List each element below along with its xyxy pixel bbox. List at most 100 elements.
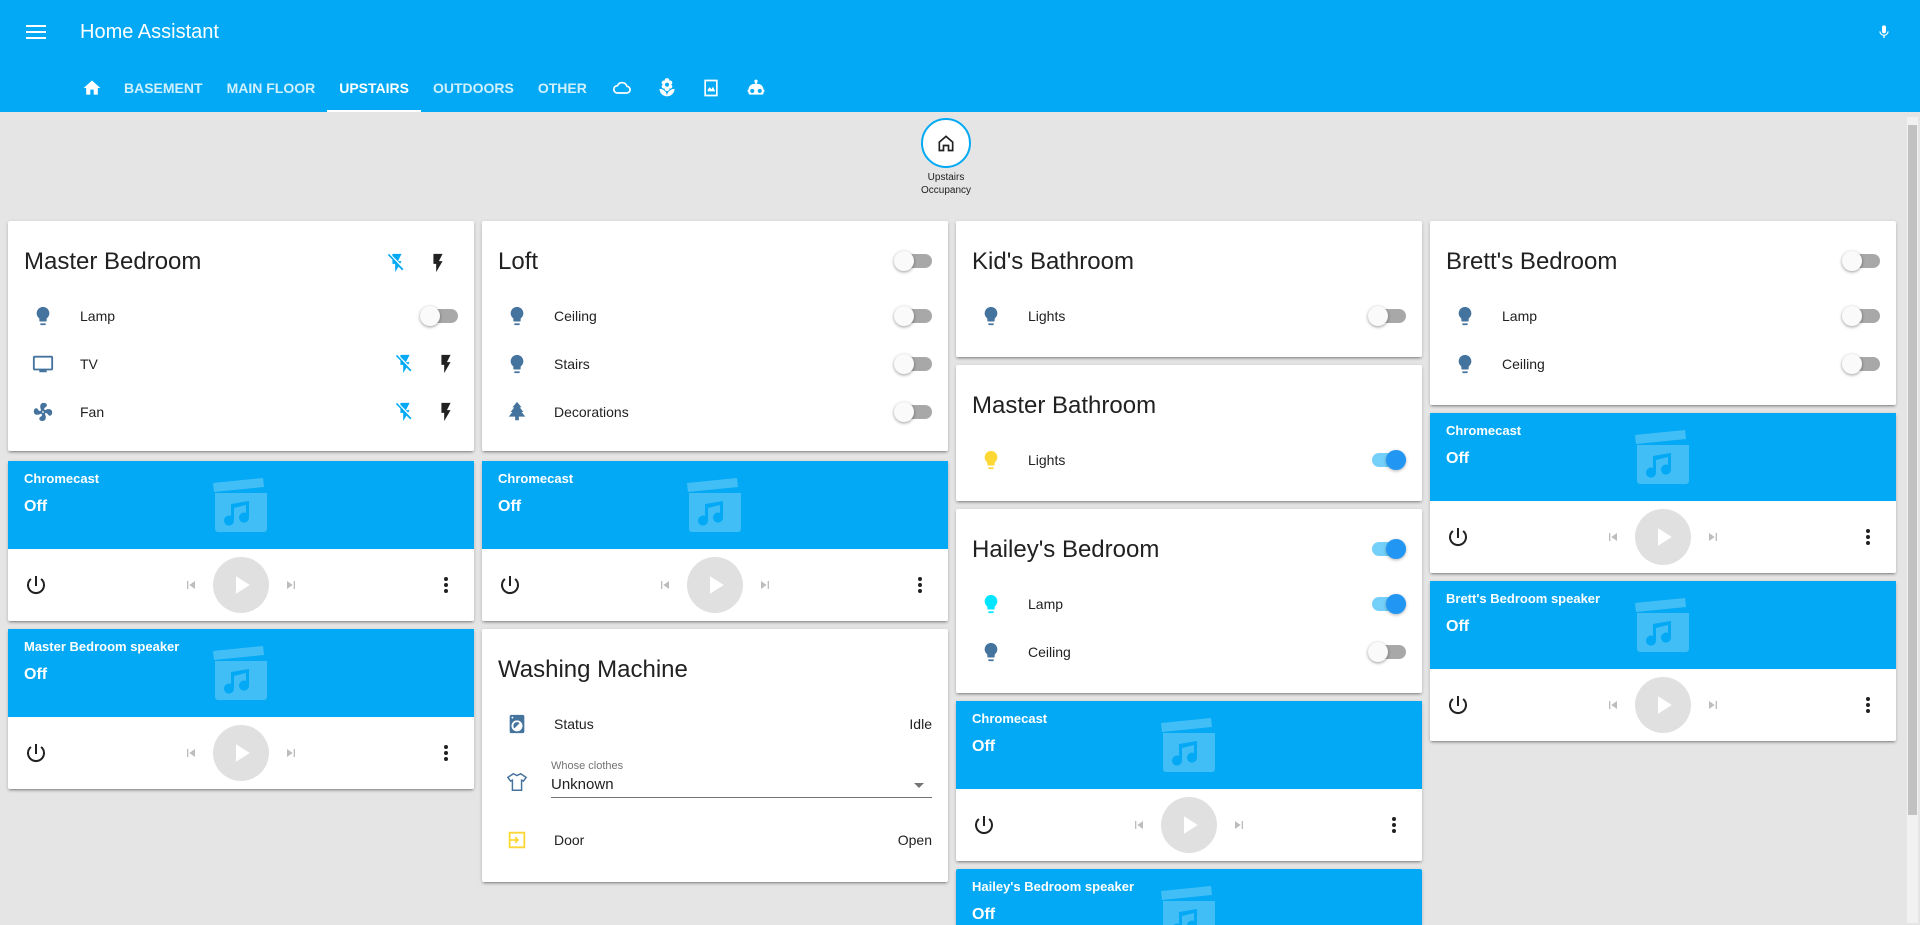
skip-next-icon[interactable] (757, 577, 773, 593)
power-icon[interactable] (1446, 525, 1470, 549)
power-icon[interactable] (24, 573, 48, 597)
entity-row: Fan (24, 392, 458, 432)
skip-previous-icon[interactable] (657, 577, 673, 593)
skip-next-icon[interactable] (1705, 529, 1721, 545)
movie-music-icon (209, 477, 273, 533)
play-button[interactable] (1161, 797, 1217, 853)
lightbulb-icon[interactable] (24, 296, 64, 336)
scrollbar-thumb[interactable] (1908, 125, 1917, 815)
lightbulb-icon[interactable] (972, 296, 1012, 336)
power-icon[interactable] (24, 741, 48, 765)
power-icon[interactable] (972, 813, 996, 837)
tshirt-icon[interactable] (498, 762, 538, 802)
play-button[interactable] (1635, 509, 1691, 565)
power-icon[interactable] (1446, 693, 1470, 717)
occupancy-badge[interactable]: Upstairs Occupancy (916, 118, 976, 197)
tab-frame[interactable] (689, 64, 733, 112)
skip-previous-icon[interactable] (1605, 697, 1621, 713)
lamp-toggle[interactable] (1368, 594, 1406, 614)
lightbulb-icon[interactable] (498, 344, 538, 384)
bolt-off-button[interactable] (393, 352, 417, 376)
lightbulb-icon[interactable] (972, 440, 1012, 480)
ceiling-toggle[interactable] (1368, 642, 1406, 662)
entity-row: TV (24, 344, 458, 384)
ceiling-toggle[interactable] (1842, 354, 1880, 374)
more-vert-icon[interactable] (1856, 525, 1880, 549)
media-header[interactable]: Master Bedroom speaker Off (8, 629, 474, 717)
skip-previous-icon[interactable] (1131, 817, 1147, 833)
skip-previous-icon[interactable] (183, 745, 199, 761)
skip-next-icon[interactable] (1705, 697, 1721, 713)
washing-machine-icon[interactable] (498, 704, 538, 744)
loft-header-toggle[interactable] (894, 251, 932, 271)
tab-home[interactable] (72, 64, 112, 112)
bolt-on-button[interactable] (434, 352, 458, 376)
lightbulb-icon[interactable] (972, 584, 1012, 624)
media-header[interactable]: Chromecast Off (1430, 413, 1896, 501)
tab-robot[interactable] (733, 64, 779, 112)
skip-next-icon[interactable] (283, 577, 299, 593)
skip-next-icon[interactable] (283, 745, 299, 761)
occupancy-circle[interactable] (921, 118, 971, 168)
tab-other[interactable]: OTHER (526, 64, 599, 112)
bolt-off-button[interactable] (385, 251, 409, 275)
ceiling-toggle[interactable] (894, 306, 932, 326)
lightbulb-icon[interactable] (498, 296, 538, 336)
media-header[interactable]: Brett's Bedroom speaker Off (1430, 581, 1896, 669)
bolt-on-button[interactable] (426, 251, 450, 275)
media-state: Off (24, 666, 48, 683)
play-button[interactable] (687, 557, 743, 613)
more-vert-icon[interactable] (908, 573, 932, 597)
microphone-icon[interactable] (1872, 20, 1896, 44)
stairs-toggle[interactable] (894, 354, 932, 374)
fan-icon[interactable] (24, 392, 64, 432)
play-button[interactable] (1635, 677, 1691, 733)
more-vert-icon[interactable] (434, 573, 458, 597)
decorations-toggle[interactable] (894, 402, 932, 422)
skip-previous-icon[interactable] (1605, 529, 1621, 545)
status-value: Idle (909, 716, 932, 732)
tab-weather[interactable] (599, 64, 645, 112)
entity-row: Lights (972, 296, 1406, 336)
power-icon[interactable] (498, 573, 522, 597)
lights-toggle[interactable] (1368, 306, 1406, 326)
bretts-header-toggle[interactable] (1842, 251, 1880, 271)
entity-label: Ceiling (554, 308, 597, 324)
haileys-header-toggle[interactable] (1368, 539, 1406, 559)
bolt-off-button[interactable] (393, 400, 417, 424)
media-header[interactable]: Chromecast Off (956, 701, 1422, 789)
pine-tree-icon[interactable] (498, 392, 538, 432)
media-controls (1430, 501, 1896, 573)
play-button[interactable] (213, 725, 269, 781)
lights-toggle[interactable] (1368, 450, 1406, 470)
more-vert-icon[interactable] (1856, 693, 1880, 717)
lamp-toggle[interactable] (1842, 306, 1880, 326)
tab-main-floor[interactable]: MAIN FLOOR (215, 64, 328, 112)
select-value[interactable]: Unknown (551, 776, 932, 798)
media-header[interactable]: Hailey's Bedroom speaker Off (956, 869, 1422, 925)
media-header[interactable]: Chromecast Off (8, 461, 474, 549)
chevron-down-icon[interactable] (914, 783, 924, 788)
entity-row: Status Idle (498, 704, 932, 744)
lamp-toggle[interactable] (420, 306, 458, 326)
vertical-scrollbar[interactable] (1907, 117, 1918, 923)
movie-music-icon (1157, 717, 1221, 773)
bolt-on-button[interactable] (434, 400, 458, 424)
more-vert-icon[interactable] (1382, 813, 1406, 837)
tab-garden[interactable] (645, 64, 689, 112)
television-icon[interactable] (24, 344, 64, 384)
door-exit-icon[interactable] (498, 820, 538, 860)
lightbulb-icon[interactable] (1446, 296, 1486, 336)
whose-clothes-select[interactable]: Whose clothes Unknown (551, 760, 932, 804)
skip-previous-icon[interactable] (183, 577, 199, 593)
tab-outdoors[interactable]: OUTDOORS (421, 64, 526, 112)
lightbulb-icon[interactable] (972, 632, 1012, 672)
skip-next-icon[interactable] (1231, 817, 1247, 833)
play-button[interactable] (213, 557, 269, 613)
tab-upstairs[interactable]: UPSTAIRS (327, 64, 421, 112)
lightbulb-icon[interactable] (1446, 344, 1486, 384)
tab-basement[interactable]: BASEMENT (112, 64, 215, 112)
menu-icon[interactable] (24, 20, 48, 44)
media-header[interactable]: Chromecast Off (482, 461, 948, 549)
more-vert-icon[interactable] (434, 741, 458, 765)
